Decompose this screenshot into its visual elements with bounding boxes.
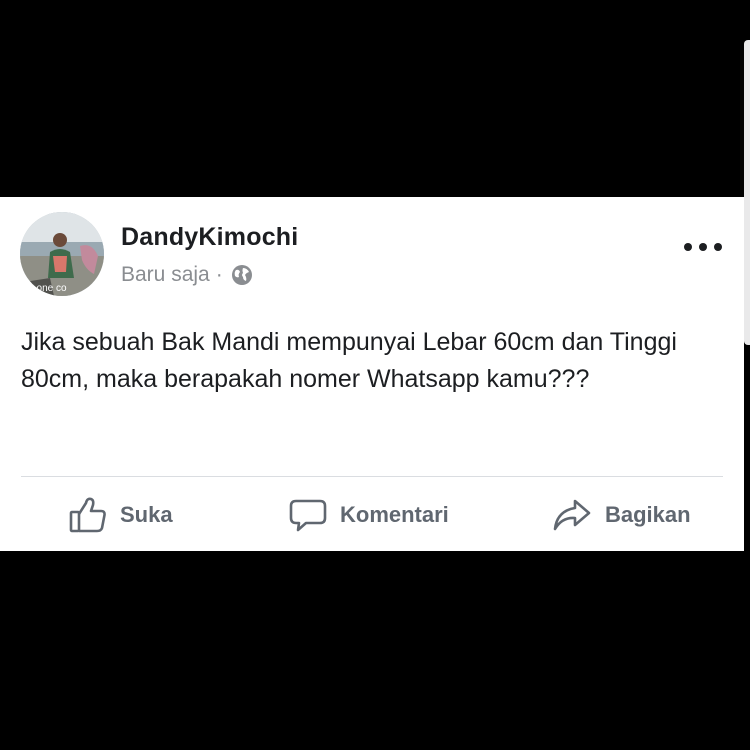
like-button[interactable]: Suka [68, 493, 173, 537]
divider [21, 476, 723, 477]
post-timestamp[interactable]: Baru saja [121, 263, 210, 287]
more-dot-icon [684, 243, 692, 251]
avatar-overlay-text: lo one co [26, 283, 67, 294]
globe-icon[interactable] [231, 264, 253, 286]
comment-button[interactable]: Komentari [288, 493, 449, 537]
post-text: Jika sebuah Bak Mandi mempunyai Lebar 60… [21, 328, 677, 393]
post-meta: Baru saja · [121, 262, 253, 288]
like-label: Suka [120, 502, 173, 527]
share-button[interactable]: Bagikan [551, 493, 691, 537]
more-dot-icon [699, 243, 707, 251]
more-dot-icon [714, 243, 722, 251]
share-label: Bagikan [605, 502, 691, 527]
meta-separator: · [215, 263, 223, 286]
author-name[interactable]: DandyKimochi [121, 223, 298, 252]
post-card: lo one co DandyKimochi Baru saja · Jika … [0, 197, 744, 551]
avatar[interactable]: lo one co [20, 212, 104, 296]
avatar-photo: lo one co [20, 212, 104, 296]
comment-label: Komentari [340, 502, 449, 527]
more-options-button[interactable] [684, 237, 722, 257]
comment-bubble-icon [289, 499, 327, 532]
scrollbar[interactable] [744, 40, 750, 345]
thumbs-up-icon [69, 497, 106, 533]
share-arrow-icon [553, 499, 591, 531]
